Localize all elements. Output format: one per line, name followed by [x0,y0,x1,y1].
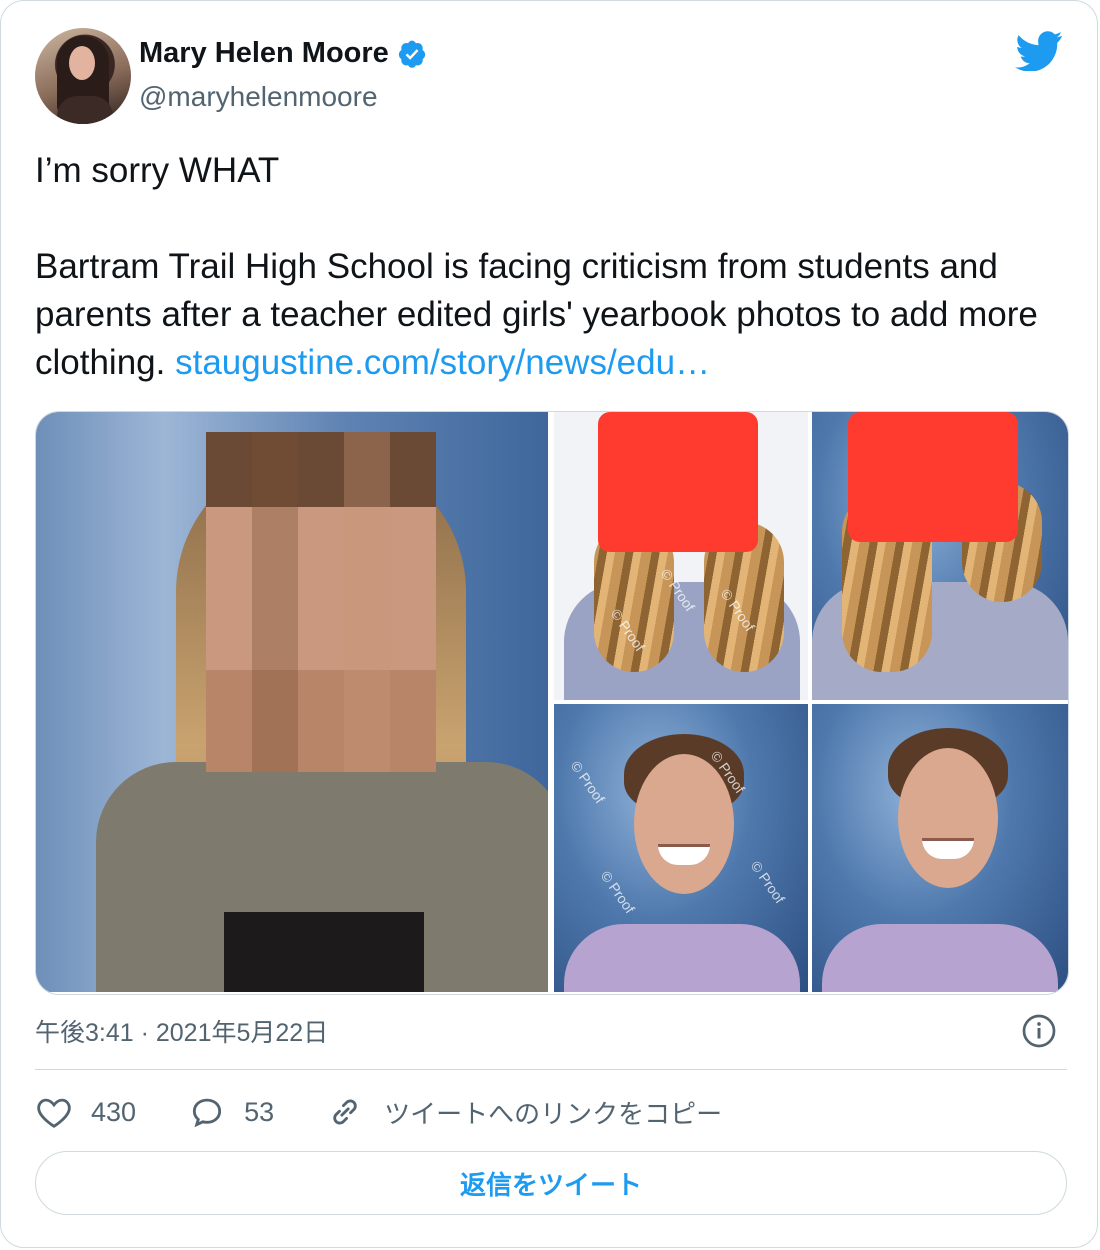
tweet-card: Mary Helen Moore @maryhelenmoore I’m sor… [0,0,1098,1248]
author-handle[interactable]: @maryhelenmoore [139,81,378,113]
reply-count: 53 [244,1096,275,1127]
author-name-row[interactable]: Mary Helen Moore [139,37,427,70]
reply-count-button[interactable]: 53 [188,1093,274,1131]
face-shape [898,748,998,888]
reply-bubble-icon [192,1098,222,1128]
reply-tweet-label: 返信をツイート [459,1169,642,1200]
divider [35,1069,1067,1070]
tweet-text: I’m sorry WHAT Bartram Trail High School… [35,147,1065,387]
media-photo-bottom-right[interactable] [812,704,1068,992]
action-bar: 430 53 ツイートへのリンクをコピー [35,1089,774,1135]
tweet-timestamp[interactable]: 午後3:41 · 2021年5月22日 [35,1013,328,1049]
media-photo-bottom-left[interactable]: © Proof © Proof © Proof © Proof [554,704,808,992]
tank-top-shape [224,912,424,992]
proof-watermark: © Proof [567,757,609,807]
proof-watermark: © Proof [747,857,789,907]
media-photo-top-left[interactable]: © Proof © Proof © Proof [554,412,808,700]
copy-link-button[interactable]: ツイートへのリンクをコピー [326,1093,722,1131]
pixelated-face [206,432,436,772]
top-shape [822,924,1058,992]
author-name[interactable]: Mary Helen Moore [139,37,389,70]
link-icon [333,1099,357,1125]
tweet-link[interactable]: staugustine.com/story/news/edu… [175,343,710,382]
top-shape [564,924,800,992]
red-redaction [848,412,1018,542]
red-redaction [598,412,758,552]
avatar[interactable] [35,28,131,124]
heart-icon [37,1098,71,1128]
twitter-bird-icon[interactable] [1015,31,1063,71]
media-photo-main[interactable] [36,412,548,992]
face-shape [634,754,734,894]
media-grid[interactable]: © Proof © Proof © Proof © Proof © Proof … [35,411,1069,995]
proof-watermark: © Proof [597,867,639,917]
verified-badge-icon [398,40,425,68]
media-photo-top-right[interactable] [812,412,1068,700]
like-count: 430 [91,1096,137,1127]
copy-link-label: ツイートへのリンクをコピー [384,1098,723,1129]
tweet-line1: I’m sorry WHAT [35,151,280,190]
info-icon[interactable] [1021,1013,1057,1049]
reply-tweet-button[interactable]: 返信をツイート [35,1151,1067,1215]
like-button[interactable]: 430 [35,1093,136,1131]
